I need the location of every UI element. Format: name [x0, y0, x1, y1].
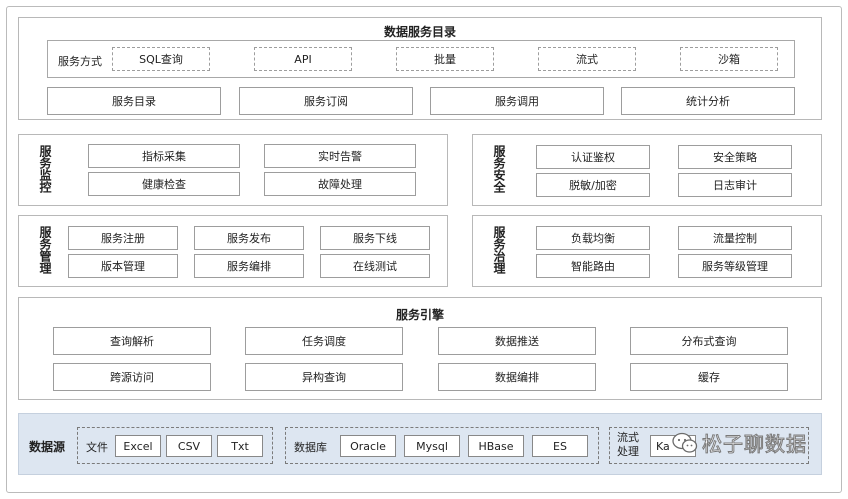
engine-item-push: 数据推送	[438, 327, 596, 355]
govern-item-balance: 负载均衡	[536, 226, 650, 250]
service-modes-label: 服务方式	[58, 55, 102, 68]
catalog-item-subscribe: 服务订阅	[239, 87, 413, 115]
monitor-item-alert: 实时告警	[264, 144, 416, 168]
database-label: 数据库	[294, 441, 327, 454]
service-modes-row: 服务方式 SQL查询 API 批量 流式 沙箱	[47, 40, 795, 78]
monitor-item-fault: 故障处理	[264, 172, 416, 196]
manage-panel: 服务管理 服务注册 服务发布 服务下线 版本管理 服务编排 在线测试	[18, 215, 448, 287]
sources-label: 数据源	[29, 440, 66, 454]
mode-stream: 流式	[538, 47, 636, 71]
security-item-audit: 日志审计	[678, 173, 792, 197]
monitor-item-health: 健康检查	[88, 172, 240, 196]
database-group: 数据库 Oracle Mysql HBase ES	[285, 427, 599, 464]
mode-batch: 批量	[396, 47, 494, 71]
engine-item-cache: 缓存	[630, 363, 788, 391]
security-item-auth: 认证鉴权	[536, 145, 650, 169]
govern-item-sla: 服务等级管理	[678, 254, 792, 278]
manage-item-offline: 服务下线	[320, 226, 430, 250]
stream-label: 流式处理	[617, 431, 639, 458]
catalog-item-catalog: 服务目录	[47, 87, 221, 115]
wechat-icon	[672, 432, 698, 453]
govern-label: 服务治理	[492, 226, 506, 274]
catalog-item-invoke: 服务调用	[430, 87, 604, 115]
security-label: 服务安全	[492, 145, 506, 193]
catalog-item-stats: 统计分析	[621, 87, 795, 115]
security-panel: 服务安全 认证鉴权 安全策略 脱敏/加密 日志审计	[472, 134, 822, 206]
watermark: 松子聊数据	[672, 428, 807, 457]
engine-item-crosssource: 跨源访问	[53, 363, 211, 391]
db-oracle: Oracle	[340, 435, 396, 457]
engine-item-parse: 查询解析	[53, 327, 211, 355]
monitor-label: 服务监控	[38, 145, 52, 193]
mode-sql: SQL查询	[112, 47, 210, 71]
engine-title: 服务引擎	[395, 308, 444, 322]
manage-item-orchestrate: 服务编排	[194, 254, 304, 278]
security-item-policy: 安全策略	[678, 145, 792, 169]
db-mysql: Mysql	[404, 435, 460, 457]
file-csv: CSV	[166, 435, 212, 457]
engine-item-schedule: 任务调度	[245, 327, 403, 355]
engine-item-dataorch: 数据编排	[438, 363, 596, 391]
manage-item-register: 服务注册	[68, 226, 178, 250]
mode-sandbox: 沙箱	[680, 47, 778, 71]
manage-item-publish: 服务发布	[194, 226, 304, 250]
engine-item-distributed: 分布式查询	[630, 327, 788, 355]
db-es: ES	[532, 435, 588, 457]
catalog-title: 数据服务目录	[383, 25, 456, 39]
security-item-mask: 脱敏/加密	[536, 173, 650, 197]
file-excel: Excel	[115, 435, 161, 457]
govern-item-traffic: 流量控制	[678, 226, 792, 250]
mode-api: API	[254, 47, 352, 71]
govern-item-routing: 智能路由	[536, 254, 650, 278]
monitor-panel: 服务监控 指标采集 实时告警 健康检查 故障处理	[18, 134, 448, 206]
monitor-item-metrics: 指标采集	[88, 144, 240, 168]
file-group: 文件 Excel CSV Txt	[77, 427, 273, 464]
engine-item-heterogeneous: 异构查询	[245, 363, 403, 391]
file-label: 文件	[86, 441, 108, 454]
db-hbase: HBase	[468, 435, 524, 457]
engine-panel: 服务引擎 查询解析 任务调度 数据推送 分布式查询 跨源访问 异构查询 数据编排…	[18, 297, 822, 400]
manage-item-version: 版本管理	[68, 254, 178, 278]
catalog-panel: 数据服务目录 服务方式 SQL查询 API 批量 流式 沙箱 服务目录 服务订阅…	[18, 17, 822, 120]
manage-label: 服务管理	[38, 226, 52, 274]
watermark-text: 松子聊数据	[702, 432, 807, 457]
govern-panel: 服务治理 负载均衡 流量控制 智能路由 服务等级管理	[472, 215, 822, 287]
manage-item-test: 在线测试	[320, 254, 430, 278]
file-txt: Txt	[217, 435, 263, 457]
